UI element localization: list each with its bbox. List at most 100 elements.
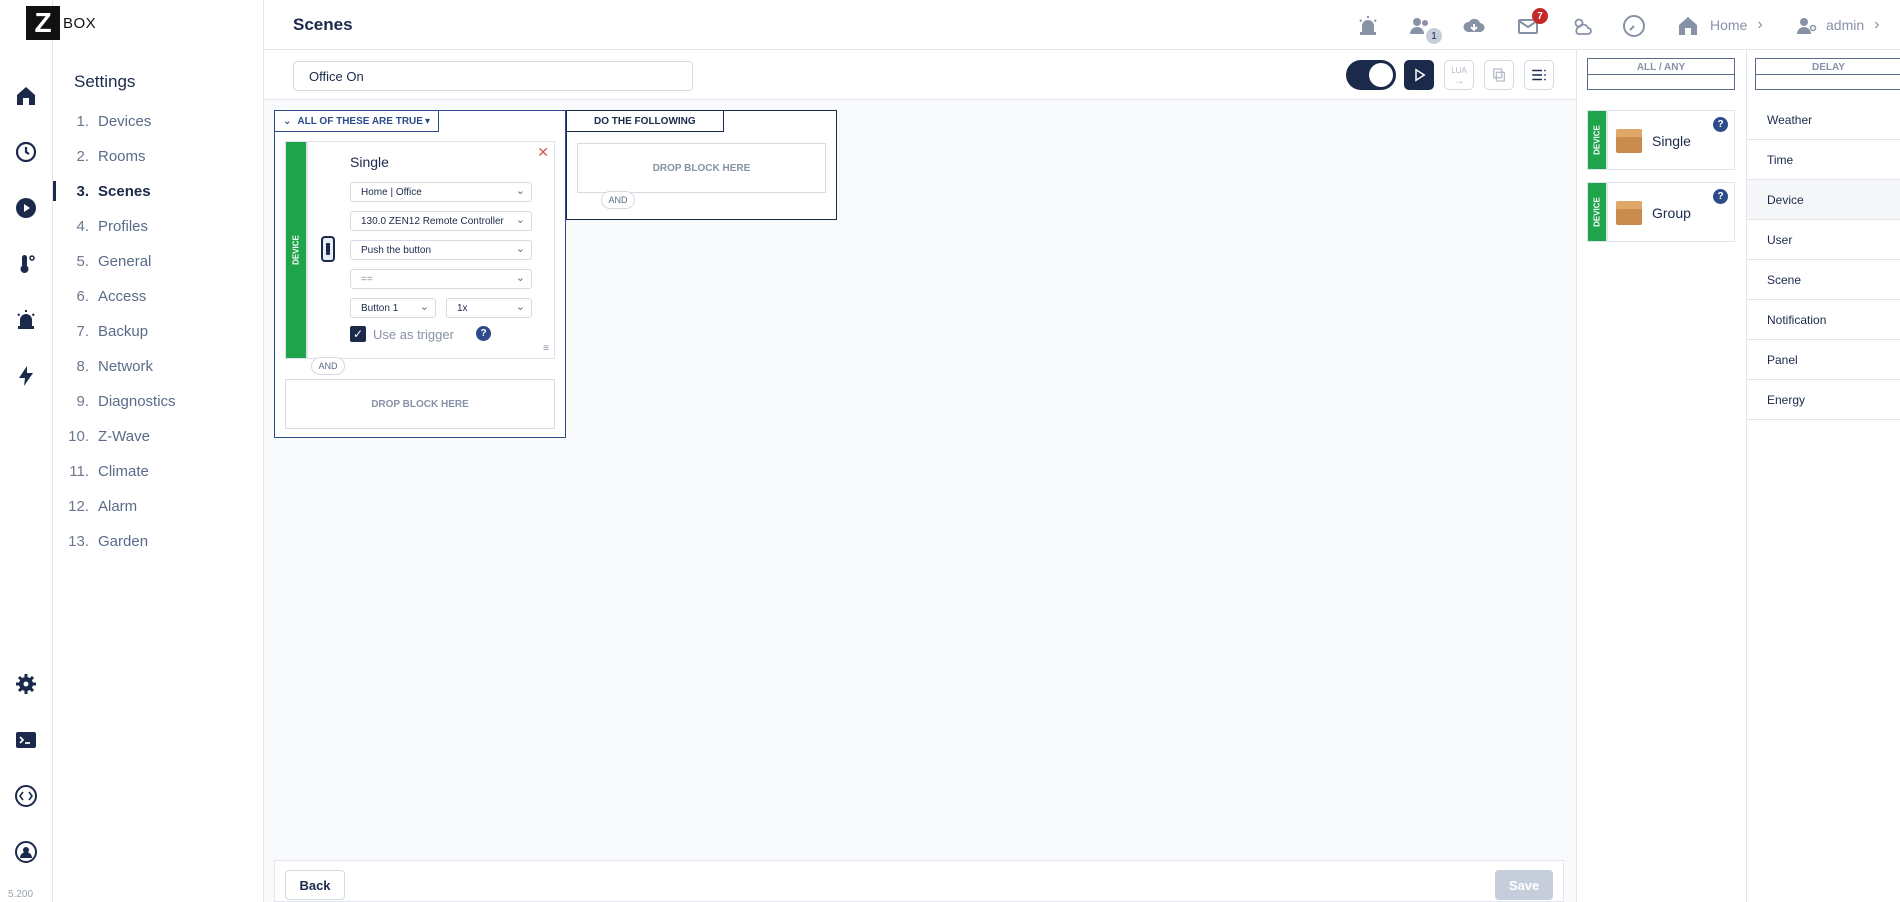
clock-icon[interactable] [1620,12,1648,40]
help-icon[interactable]: ? [476,326,491,341]
list-menu-button[interactable] [1524,60,1554,90]
settings-item-garden[interactable]: 13. Garden [53,524,263,559]
back-button[interactable]: Back [285,870,345,900]
block-palette: ALL / ANY DEVICE Single ? DEVICE Group ? [1576,50,1746,902]
admin-label: admin [1826,17,1865,33]
operator-select[interactable]: == [350,269,532,289]
remove-block-icon[interactable]: ✕ [537,144,549,161]
use-as-trigger-checkbox[interactable]: ✓ [350,326,366,342]
scene-editor: LUA → ⌄ ALL OF THESE ARE TRUE ▾ DEVICE S… [264,50,1576,902]
settings-item-zwave[interactable]: 10. Z-Wave [53,419,263,454]
block-title: Single [350,154,389,170]
card-label: Group [1652,205,1691,221]
actions-container: DO THE FOLLOWING DROP BLOCK HERE AND [566,110,837,220]
users-icon[interactable]: 1 [1406,12,1442,44]
zbox-logo[interactable]: Z BOX [26,6,106,40]
and-connector[interactable]: AND [601,191,635,209]
and-connector[interactable]: AND [311,357,345,375]
all-any-column-header[interactable]: ALL / ANY [1587,58,1735,90]
category-time[interactable]: Time [1747,140,1900,180]
settings-item-general[interactable]: 5. General [53,244,263,279]
help-icon[interactable]: ? [1713,189,1728,204]
settings-item-rooms[interactable]: 2. Rooms [53,139,263,174]
version-label: 5.200 [8,889,34,900]
copy-button[interactable] [1484,60,1514,90]
alarm-icon[interactable] [10,304,42,336]
code-icon[interactable] [10,780,42,812]
caret-down-icon: ▾ [424,115,430,127]
button-select[interactable]: Button 1 [350,298,436,318]
action-select[interactable]: Push the button [350,240,532,260]
settings-item-backup[interactable]: 7. Backup [53,314,263,349]
scene-toolbar: LUA → [264,50,1576,100]
home-nav-label: Home [1710,17,1748,33]
actions-drop-zone[interactable]: DROP BLOCK HERE [577,143,826,193]
gear-icon[interactable] [10,668,42,700]
home-nav-icon[interactable] [1674,12,1702,40]
category-panel[interactable]: Panel [1747,340,1900,380]
category-device[interactable]: Device [1747,180,1900,220]
terminal-icon[interactable] [10,724,42,756]
room-select[interactable]: Home | Office [350,182,532,202]
logo-text: BOX [63,14,97,32]
chevron-right-icon: › [1874,16,1880,33]
press-count-select[interactable]: 1x [446,298,532,318]
settings-item-scenes[interactable]: 3. Scenes [53,174,263,209]
settings-item-profiles[interactable]: 4. Profiles [53,209,263,244]
notifications-badge: 7 [1532,8,1548,24]
list-icon [1532,69,1546,81]
conditions-drop-zone[interactable]: DROP BLOCK HERE [285,379,555,429]
settings-title: Settings [74,72,136,91]
conditions-mode-label: ALL OF THESE ARE TRUE [297,115,423,127]
category-user[interactable]: User [1747,220,1900,260]
editor-footer: Back Save [274,860,1564,902]
package-icon [1616,201,1642,225]
cloud-download-icon[interactable] [1460,12,1488,40]
thermometer-icon[interactable] [10,248,42,280]
help-icon[interactable]: ? [1713,117,1728,132]
device-select[interactable]: 130.0 ZEN12 Remote Controller [350,211,532,231]
history-icon[interactable] [10,136,42,168]
play-icon[interactable] [10,192,42,224]
energy-icon[interactable] [10,360,42,392]
admin-menu[interactable]: admin › [1826,16,1879,34]
copy-icon [1493,68,1505,82]
scene-enabled-toggle[interactable] [1346,60,1396,90]
settings-item-access[interactable]: 6. Access [53,279,263,314]
block-category-strip: DEVICE [286,142,306,358]
weather-icon[interactable] [1568,12,1596,40]
category-energy[interactable]: Energy [1747,380,1900,420]
lua-button[interactable]: LUA → [1444,60,1474,90]
run-scene-button[interactable] [1404,60,1434,90]
category-weather[interactable]: Weather [1747,100,1900,140]
package-icon [1616,129,1642,153]
mail-icon[interactable]: 7 [1514,8,1548,40]
home-icon[interactable] [10,80,42,112]
scene-name-input[interactable] [293,61,693,91]
use-as-trigger-label: Use as trigger [373,327,454,342]
alarm-bell-icon[interactable] [1354,12,1382,40]
settings-item-climate[interactable]: 11. Climate [53,454,263,489]
device-condition-block[interactable]: DEVICE Single ✕ Home | Office 130.0 ZEN1… [285,141,555,359]
support-icon[interactable] [10,836,42,868]
card-label: Single [1652,133,1691,149]
settings-item-diagnostics[interactable]: 9. Diagnostics [53,384,263,419]
settings-item-network[interactable]: 8. Network [53,349,263,384]
settings-item-devices[interactable]: 1. Devices [53,104,263,139]
admin-user-icon[interactable] [1792,12,1820,40]
settings-item-alarm[interactable]: 12. Alarm [53,489,263,524]
category-scene[interactable]: Scene [1747,260,1900,300]
drag-handle-icon[interactable]: ≡ [543,343,549,354]
category-list: Weather Time Device User Scene Notificat… [1747,100,1900,420]
users-badge: 1 [1426,28,1442,44]
palette-card-group[interactable]: DEVICE Group ? [1587,182,1735,242]
play-icon [1415,68,1426,82]
chevron-down-icon: ⌄ [283,115,292,127]
delay-column-header[interactable]: DELAY [1755,58,1900,90]
settings-menu: 1. Devices 2. Rooms 3. Scenes 4. Profiles 5.… [53,104,263,559]
save-button[interactable]: Save [1495,870,1553,900]
home-nav-link[interactable]: Home › [1710,16,1763,34]
palette-card-single[interactable]: DEVICE Single ? [1587,110,1735,170]
conditions-mode-dropdown[interactable]: ⌄ ALL OF THESE ARE TRUE ▾ [274,110,439,132]
category-notification[interactable]: Notification [1747,300,1900,340]
